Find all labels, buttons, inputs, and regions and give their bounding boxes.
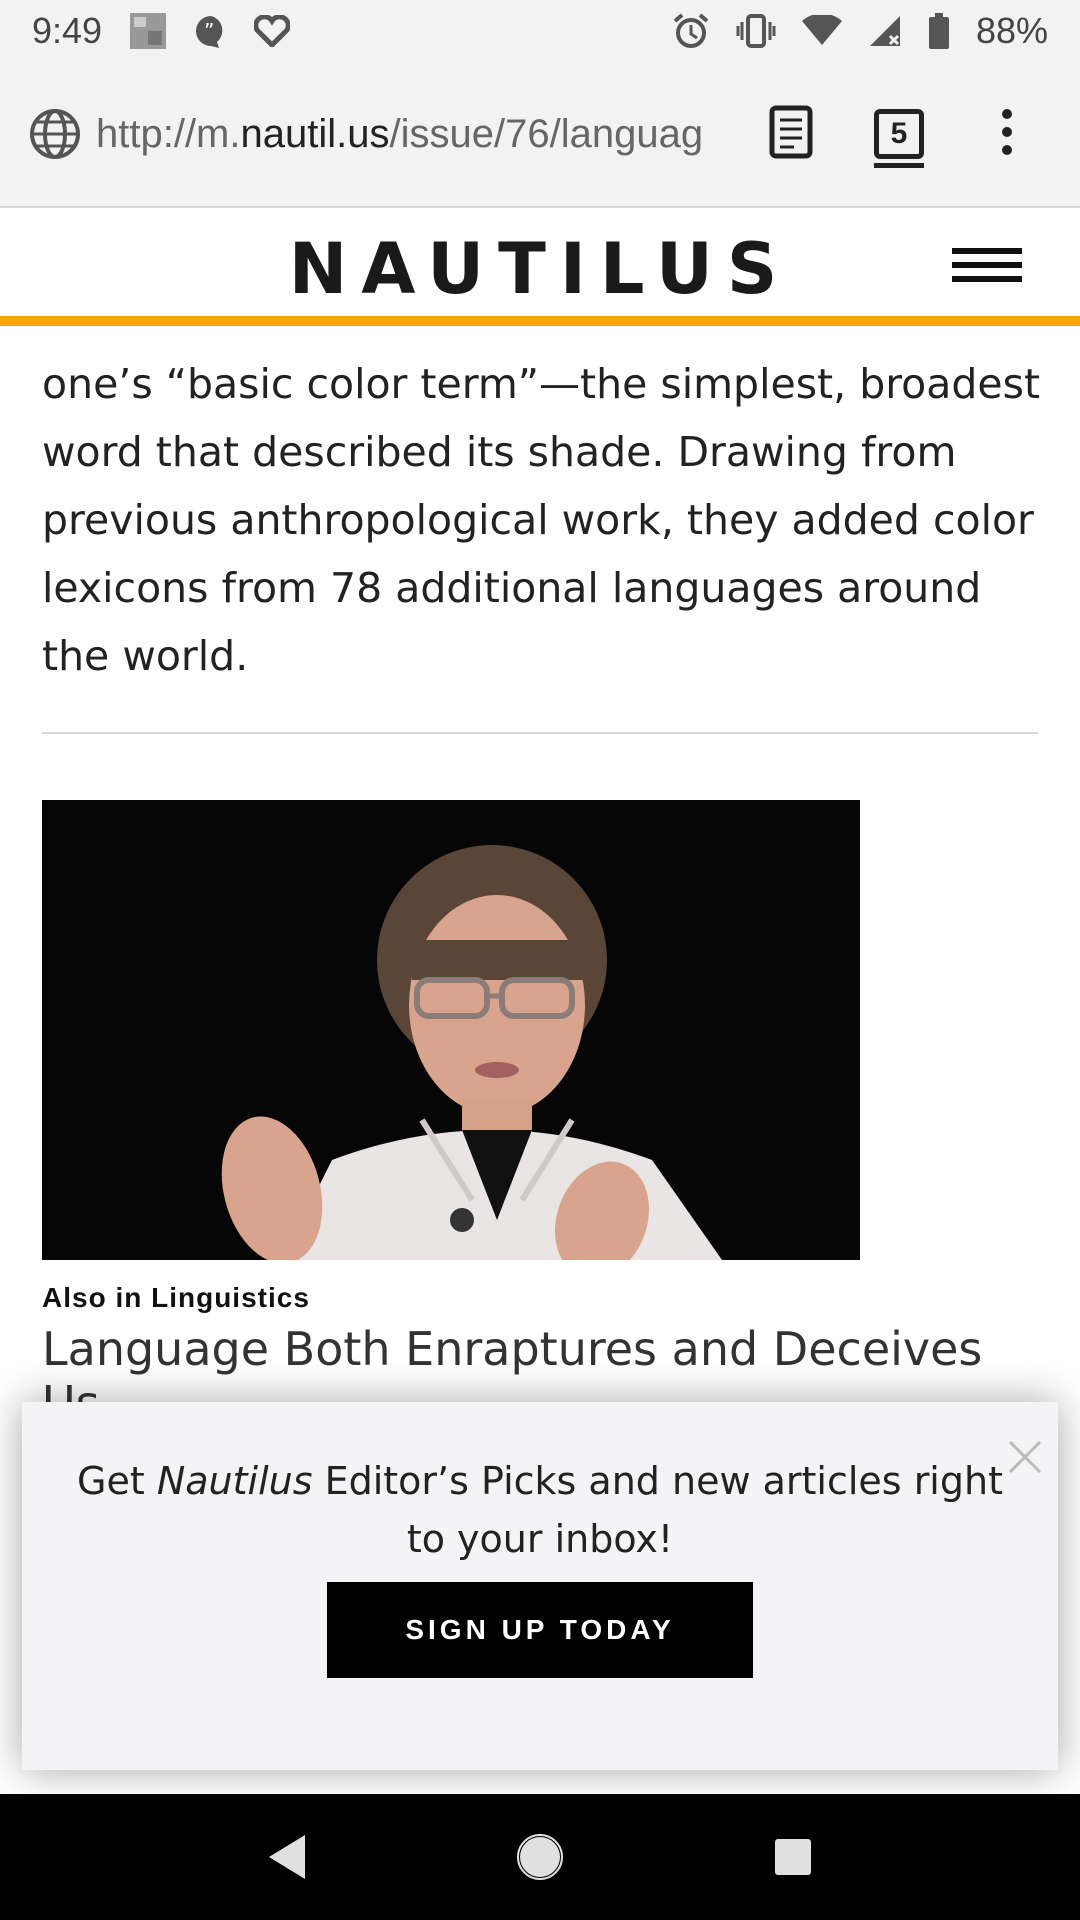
- signup-text-brand: Nautilus: [156, 1459, 313, 1503]
- url-prefix: http://m.: [96, 111, 241, 156]
- home-icon[interactable]: [500, 1817, 580, 1897]
- article-paragraph: one’s “basic color term”—the simplest, b…: [42, 360, 1041, 680]
- battery-icon: [928, 13, 950, 49]
- tabs-icon: 5: [874, 109, 924, 168]
- url-domain: nautil.us: [240, 111, 390, 156]
- related-article[interactable]: Also in Linguistics Language Both Enrapt…: [42, 800, 1042, 1430]
- menu-icon[interactable]: [952, 248, 1022, 288]
- status-bar: 9:49 ” 88%: [0, 0, 1080, 62]
- recents-icon[interactable]: [753, 1817, 833, 1897]
- site-logo[interactable]: NAUTILUS: [0, 228, 1080, 310]
- browser-toolbar: http://m.nautil.us/issue/76/languag 5: [0, 62, 1080, 208]
- signup-text-after: Editor’s Picks and new articles right to…: [312, 1459, 1003, 1561]
- site-header: NAUTILUS: [0, 210, 1080, 326]
- gallery-icon: [128, 11, 168, 51]
- status-left: 9:49 ”: [32, 10, 291, 52]
- quote-icon: ”: [194, 14, 228, 48]
- back-icon[interactable]: [247, 1817, 327, 1897]
- status-right: 88%: [672, 10, 1048, 52]
- section-divider: [42, 732, 1038, 734]
- tab-switcher-button[interactable]: 5: [854, 89, 944, 179]
- more-options-button[interactable]: [962, 89, 1052, 179]
- battery-percentage: 88%: [975, 10, 1048, 51]
- signup-button[interactable]: SIGN UP TODAY: [327, 1582, 753, 1678]
- status-time: 9:49: [32, 10, 103, 51]
- signal-icon: [868, 14, 902, 48]
- globe-icon[interactable]: [28, 107, 82, 161]
- signup-text-before: Get: [77, 1459, 157, 1503]
- article-body: one’s “basic color term”—the simplest, b…: [42, 326, 1042, 690]
- url-path: /issue/76/languag: [389, 111, 704, 156]
- alarm-icon: [672, 12, 710, 50]
- signup-banner: Get Nautilus Editor’s Picks and new arti…: [22, 1402, 1058, 1770]
- reader-mode-icon: [769, 105, 813, 164]
- more-icon: [1000, 108, 1014, 161]
- heart-icon: [254, 15, 291, 47]
- related-kicker: Also in Linguistics: [42, 1282, 310, 1313]
- system-nav-bar: [0, 1794, 1080, 1920]
- vibrate-icon: [736, 14, 776, 48]
- related-article-image[interactable]: [42, 800, 860, 1260]
- wifi-icon: [801, 15, 842, 47]
- url-bar[interactable]: http://m.nautil.us/issue/76/languag: [96, 112, 728, 157]
- signup-text: Get Nautilus Editor’s Picks and new arti…: [62, 1452, 1018, 1568]
- svg-text:”: ”: [204, 19, 214, 43]
- reader-mode-button[interactable]: [746, 89, 836, 179]
